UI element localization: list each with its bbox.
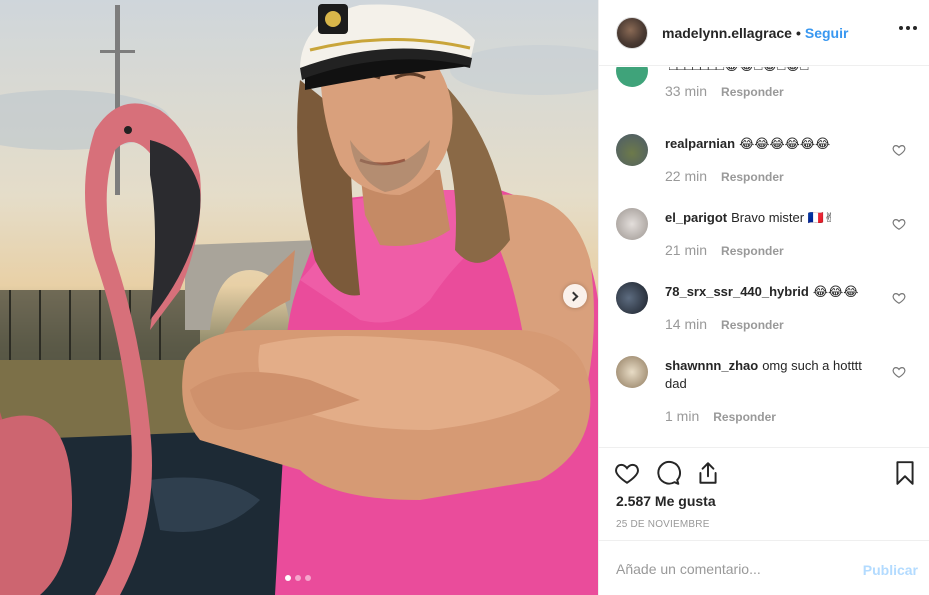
- add-comment-bar: Publicar: [599, 540, 929, 595]
- comment-time: 21 min: [665, 242, 708, 258]
- commenter-avatar[interactable]: [616, 208, 648, 240]
- commenter-avatar[interactable]: [616, 134, 648, 166]
- more-options-icon[interactable]: [899, 26, 917, 30]
- commenter-avatar[interactable]: [616, 67, 648, 87]
- comment-meta: 33 min Responder: [665, 83, 784, 99]
- carousel-next-button[interactable]: [563, 284, 587, 308]
- comment-body: □□□□□□□😂😂□😂□😂□: [665, 67, 883, 75]
- post-side-panel: madelynn.ellagrace • Seguir □□□□□□□😂😂□😂□…: [598, 0, 929, 595]
- comment-meta: 21 min Responder: [665, 242, 784, 258]
- comment-username[interactable]: 78_srx_ssr_440_hybrid: [665, 284, 809, 299]
- like-comment-icon[interactable]: [892, 291, 906, 305]
- comment-meta: 1 min Responder: [665, 408, 776, 424]
- publish-button[interactable]: Publicar: [863, 562, 918, 578]
- post-header: madelynn.ellagrace • Seguir: [599, 0, 929, 66]
- carousel-dot-active: [285, 575, 291, 581]
- chevron-right-icon: [568, 291, 579, 301]
- comment-time: 1 min: [665, 408, 700, 424]
- comment-input[interactable]: [616, 561, 836, 577]
- post-photo: [0, 0, 598, 595]
- carousel-dot: [295, 575, 301, 581]
- like-comment-icon[interactable]: [892, 217, 906, 231]
- reply-button[interactable]: Responder: [721, 170, 784, 184]
- comment-text: □□□□□□□😂😂□😂□😂□: [669, 67, 808, 73]
- post-date[interactable]: 25 DE NOVIEMBRE: [616, 519, 710, 530]
- photo-illustration: [0, 4, 598, 595]
- post-actions: 2.587 Me gusta 25 DE NOVIEMBRE: [599, 447, 929, 540]
- commenter-avatar[interactable]: [616, 356, 648, 388]
- comment-time: 33 min: [665, 83, 708, 99]
- carousel-indicator: [285, 575, 311, 581]
- comment-time: 22 min: [665, 168, 708, 184]
- comment-body: realparnian 😂😂😂😂😂😂: [665, 135, 883, 153]
- comment-text: 😂😂😂: [812, 284, 859, 299]
- header-separator: •: [795, 24, 801, 41]
- reply-button[interactable]: Responder: [721, 318, 784, 332]
- comment-time: 14 min: [665, 316, 708, 332]
- heart-icon[interactable]: [614, 460, 640, 486]
- comment-body: shawnnn_zhao omg such a hotttt dad: [665, 357, 883, 393]
- author-username[interactable]: madelynn.ellagrace: [662, 25, 792, 41]
- comment-meta: 22 min Responder: [665, 168, 784, 184]
- comment-body: el_parigot Bravo mister 🇫🇷✌: [665, 209, 883, 227]
- like-count[interactable]: 2.587 Me gusta: [616, 493, 716, 509]
- comment-text: Bravo mister 🇫🇷✌: [731, 210, 835, 225]
- follow-button[interactable]: Seguir: [805, 25, 849, 41]
- reply-button[interactable]: Responder: [721, 244, 784, 258]
- carousel-dot: [305, 575, 311, 581]
- comment-username[interactable]: el_parigot: [665, 210, 727, 225]
- comment-text: 😂😂😂😂😂😂: [739, 136, 831, 151]
- comment-username[interactable]: realparnian: [665, 136, 735, 151]
- bookmark-icon[interactable]: [892, 460, 918, 486]
- comment-username[interactable]: shawnnn_zhao: [665, 358, 758, 373]
- comment-meta: 14 min Responder: [665, 316, 784, 332]
- author-avatar[interactable]: [616, 16, 648, 49]
- comment-icon[interactable]: [655, 460, 681, 486]
- comment-body: 78_srx_ssr_440_hybrid 😂😂😂: [665, 283, 883, 301]
- reply-button[interactable]: Responder: [721, 85, 784, 99]
- share-icon[interactable]: [695, 460, 721, 486]
- reply-button[interactable]: Responder: [713, 410, 776, 424]
- like-comment-icon[interactable]: [892, 143, 906, 157]
- like-comment-icon[interactable]: [892, 365, 906, 379]
- comment-list[interactable]: □□□□□□□😂😂□😂□😂□ 33 min Responder realparni…: [599, 67, 929, 447]
- commenter-avatar[interactable]: [616, 282, 648, 314]
